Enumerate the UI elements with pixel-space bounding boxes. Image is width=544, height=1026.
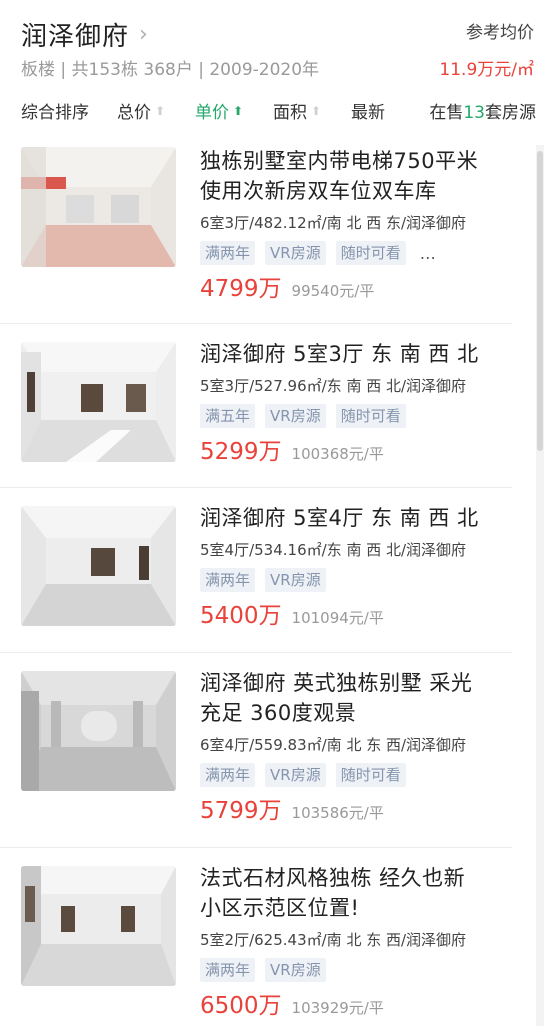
listing-meta: 5室4厅/534.16㎡/东 南 西 北/润泽御府 (200, 541, 467, 559)
tag: VR房源 (265, 404, 326, 428)
sort-label[interactable]: 综合排序 (21, 98, 89, 123)
on-sale-suffix: 套房源 (485, 103, 536, 123)
price-row: 6500万 103929元/平 (200, 986, 512, 1020)
listing-item[interactable]: 独栋别墅室内带电梯750平米 使用次新房双车位双车库 6室3厅/482.12㎡/… (0, 145, 512, 324)
listing-info: 润泽御府 5室4厅 东 南 西 北 5室4厅/534.16㎡/东 南 西 北/润… (200, 503, 512, 630)
arrow-up-icon[interactable]: ⬆ (155, 104, 165, 118)
listing-info: 独栋别墅室内带电梯750平米 使用次新房双车位双车库 6室3厅/482.12㎡/… (200, 146, 512, 303)
tag: VR房源 (265, 958, 326, 982)
listing-title[interactable]: 小区示范区位置! (200, 893, 512, 923)
tag-list: 满两年 VR房源 (200, 958, 512, 982)
tag: VR房源 (265, 568, 326, 592)
tag: 满两年 (200, 568, 256, 592)
scrollbar-thumb[interactable] (537, 151, 543, 451)
tag: 随时可看 (335, 763, 406, 787)
listing-meta: 6室4厅/559.83㎡/南 北 东 西/润泽御府 (200, 736, 467, 754)
room-photo-icon[interactable] (21, 866, 176, 986)
unit-price: 100368元/平 (291, 445, 384, 463)
on-sale-count: 在售13套房源 (429, 98, 536, 123)
room-photo-icon[interactable] (21, 147, 176, 267)
price-row: 5299万 100368元/平 (200, 432, 512, 466)
reference-price-value: 11.9万元/㎡ (439, 60, 534, 80)
tag: 满两年 (200, 241, 256, 265)
estate-header: 润泽御府 › 板楼 | 共153栋 368户 | 2009-2020年 参考均价… (0, 0, 544, 90)
sort-label[interactable]: 总价 (117, 98, 151, 123)
listing-title[interactable]: 充足 360度观景 (200, 698, 512, 728)
sort-total-price[interactable]: 总价 ⬆ (117, 98, 165, 123)
tag-list: 满两年 VR房源 随时可看 (200, 763, 512, 787)
tag-list: 满两年 VR房源 随时可看 … (200, 241, 512, 265)
listing-item[interactable]: 法式石材风格独栋 经久也新 小区示范区位置! 5室2厅/625.43㎡/南 北 … (0, 849, 512, 1026)
total-price: 5400万 (200, 603, 282, 629)
listing-title[interactable]: 法式石材风格独栋 经久也新 (200, 863, 512, 893)
sort-area[interactable]: 面积 ⬆ (273, 98, 321, 123)
listing-info: 润泽御府 英式独栋别墅 采光 充足 360度观景 6室4厅/559.83㎡/南 … (200, 668, 512, 825)
listing-info: 润泽御府 5室3厅 东 南 西 北 5室3厅/527.96㎡/东 南 西 北/润… (200, 339, 512, 466)
listing-meta: 6室3厅/482.12㎡/南 北 西 东/润泽御府 (200, 214, 467, 232)
listing-item[interactable]: 润泽御府 5室4厅 东 南 西 北 5室4厅/534.16㎡/东 南 西 北/润… (0, 489, 512, 653)
tag: 满五年 (200, 404, 256, 428)
unit-price: 99540元/平 (291, 282, 375, 300)
tag-list: 满两年 VR房源 (200, 568, 512, 592)
tag: VR房源 (265, 241, 326, 265)
unit-price: 101094元/平 (291, 609, 384, 627)
reference-price-label: 参考均价 (466, 23, 534, 43)
room-photo-icon[interactable] (21, 671, 176, 791)
sort-newest[interactable]: 最新 (351, 98, 385, 123)
listing-title[interactable]: 使用次新房双车位双车库 (200, 176, 512, 206)
tag: 满两年 (200, 958, 256, 982)
tag: 随时可看 (335, 241, 406, 265)
sort-label[interactable]: 面积 (273, 98, 307, 123)
estate-title-link[interactable]: 润泽御府 › (21, 16, 148, 53)
on-sale-prefix: 在售 (429, 103, 464, 123)
listing-item[interactable]: 润泽御府 5室3厅 东 南 西 北 5室3厅/527.96㎡/东 南 西 北/润… (0, 325, 512, 488)
more-tags-icon: … (419, 243, 438, 263)
tag: 随时可看 (335, 404, 406, 428)
listing-title[interactable]: 润泽御府 5室3厅 东 南 西 北 (200, 339, 512, 369)
unit-price: 103929元/平 (291, 999, 384, 1017)
sort-label[interactable]: 最新 (351, 98, 385, 123)
sort-comprehensive[interactable]: 综合排序 (21, 98, 89, 123)
listing-title[interactable]: 润泽御府 5室4厅 东 南 西 北 (200, 503, 512, 533)
unit-price: 103586元/平 (291, 804, 384, 822)
room-photo-icon[interactable] (21, 342, 176, 462)
room-photo-icon[interactable] (21, 506, 176, 626)
price-row: 5400万 101094元/平 (200, 596, 512, 630)
arrow-up-icon[interactable]: ⬆ (233, 104, 243, 118)
sort-label[interactable]: 单价 (195, 98, 229, 123)
tag-list: 满五年 VR房源 随时可看 (200, 404, 512, 428)
arrow-up-icon[interactable]: ⬆ (311, 104, 321, 118)
tag: 满两年 (200, 763, 256, 787)
price-row: 5799万 103586元/平 (200, 791, 512, 825)
estate-name[interactable]: 润泽御府 (21, 16, 129, 53)
listing-title[interactable]: 独栋别墅室内带电梯750平米 (200, 146, 512, 176)
listing-title[interactable]: 润泽御府 英式独栋别墅 采光 (200, 668, 512, 698)
sort-bar: 综合排序 总价 ⬆ 单价 ⬆ 面积 ⬆ 最新 在售13套房源 (0, 98, 544, 128)
price-row: 4799万 99540元/平 (200, 269, 512, 303)
listing-info: 法式石材风格独栋 经久也新 小区示范区位置! 5室2厅/625.43㎡/南 北 … (200, 863, 512, 1020)
chevron-right-icon[interactable]: › (139, 23, 148, 46)
on-sale-number: 13 (463, 103, 485, 123)
listing-item[interactable]: 润泽御府 英式独栋别墅 采光 充足 360度观景 6室4厅/559.83㎡/南 … (0, 654, 512, 848)
total-price: 5799万 (200, 798, 282, 824)
total-price: 6500万 (200, 993, 282, 1019)
total-price: 4799万 (200, 276, 282, 302)
listing-meta: 5室2厅/625.43㎡/南 北 东 西/润泽御府 (200, 931, 467, 949)
sort-unit-price[interactable]: 单价 ⬆ (195, 98, 243, 123)
scrollbar[interactable] (536, 145, 544, 1026)
estate-sub-info: 板楼 | 共153栋 368户 | 2009-2020年 (21, 60, 320, 80)
listing-meta: 5室3厅/527.96㎡/东 南 西 北/润泽御府 (200, 377, 467, 395)
tag: VR房源 (265, 763, 326, 787)
total-price: 5299万 (200, 439, 282, 465)
